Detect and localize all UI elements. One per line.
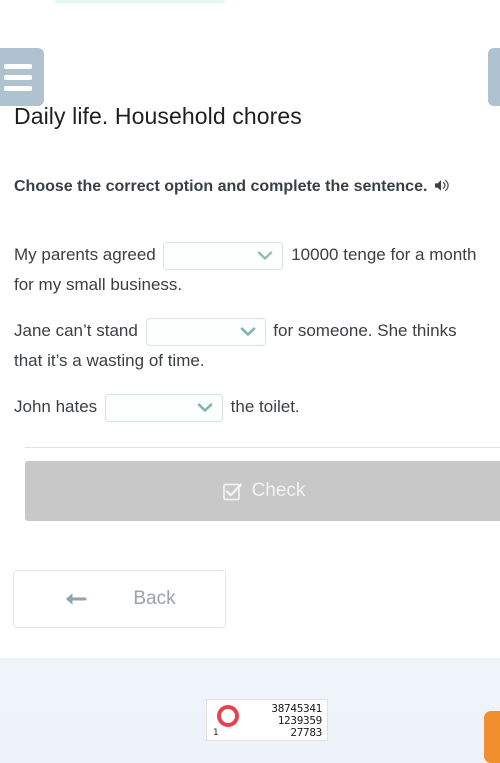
answer-dropdown-3[interactable]	[104, 393, 223, 422]
back-button-label: Back	[133, 588, 176, 609]
top-accent-bar	[55, 0, 225, 3]
hamburger-bar	[4, 74, 32, 80]
counter-logo: 1	[213, 703, 253, 738]
sentence-text-after: the toilet.	[230, 397, 300, 416]
counter-index: 1	[213, 728, 219, 738]
sentence-text-before: John hates	[14, 397, 98, 416]
counter-ring-icon	[217, 705, 239, 727]
answer-dropdown-2[interactable]	[145, 317, 266, 346]
page-title: Daily life. Household chores	[14, 103, 302, 129]
sentence-list: My parents agreed 10000 tenge for a mont…	[14, 240, 488, 422]
arrow-left-icon	[63, 590, 87, 608]
orange-edge-tab-button[interactable]	[484, 711, 500, 763]
right-edge-tab-button[interactable]	[488, 48, 500, 106]
chevron-down-icon	[197, 402, 213, 413]
speaker-icon[interactable]	[434, 176, 451, 202]
sentence-item: Jane can’t stand for someone. She thinks…	[14, 316, 488, 376]
section-divider	[25, 447, 500, 448]
sentence-text-before: My parents agreed	[14, 245, 156, 264]
app-viewport: Daily life. Household chores Choose the …	[0, 0, 500, 763]
sentence-text-before: Jane can’t stand	[14, 321, 138, 340]
check-button[interactable]: Check	[25, 461, 500, 521]
sentence-item: John hates the toilet.	[14, 392, 488, 422]
counter-values: 38745341 1239359 27783	[253, 703, 322, 739]
task-instruction-text: Choose the correct option and complete t…	[14, 178, 428, 195]
counter-value: 27783	[290, 726, 322, 739]
check-square-icon	[222, 482, 242, 501]
chevron-down-icon	[257, 250, 273, 261]
sentence-item: My parents agreed 10000 tenge for a mont…	[14, 240, 488, 300]
task-instruction: Choose the correct option and complete t…	[14, 174, 452, 202]
chevron-down-icon	[240, 326, 256, 337]
answer-dropdown-1[interactable]	[163, 241, 284, 270]
visitor-counter-widget: 1 38745341 1239359 27783	[206, 699, 328, 741]
check-button-label: Check	[251, 480, 306, 501]
hamburger-bar	[4, 85, 32, 91]
hamburger-bar	[4, 63, 32, 69]
back-button[interactable]: Back	[13, 570, 226, 628]
hamburger-menu-icon[interactable]	[0, 48, 44, 106]
